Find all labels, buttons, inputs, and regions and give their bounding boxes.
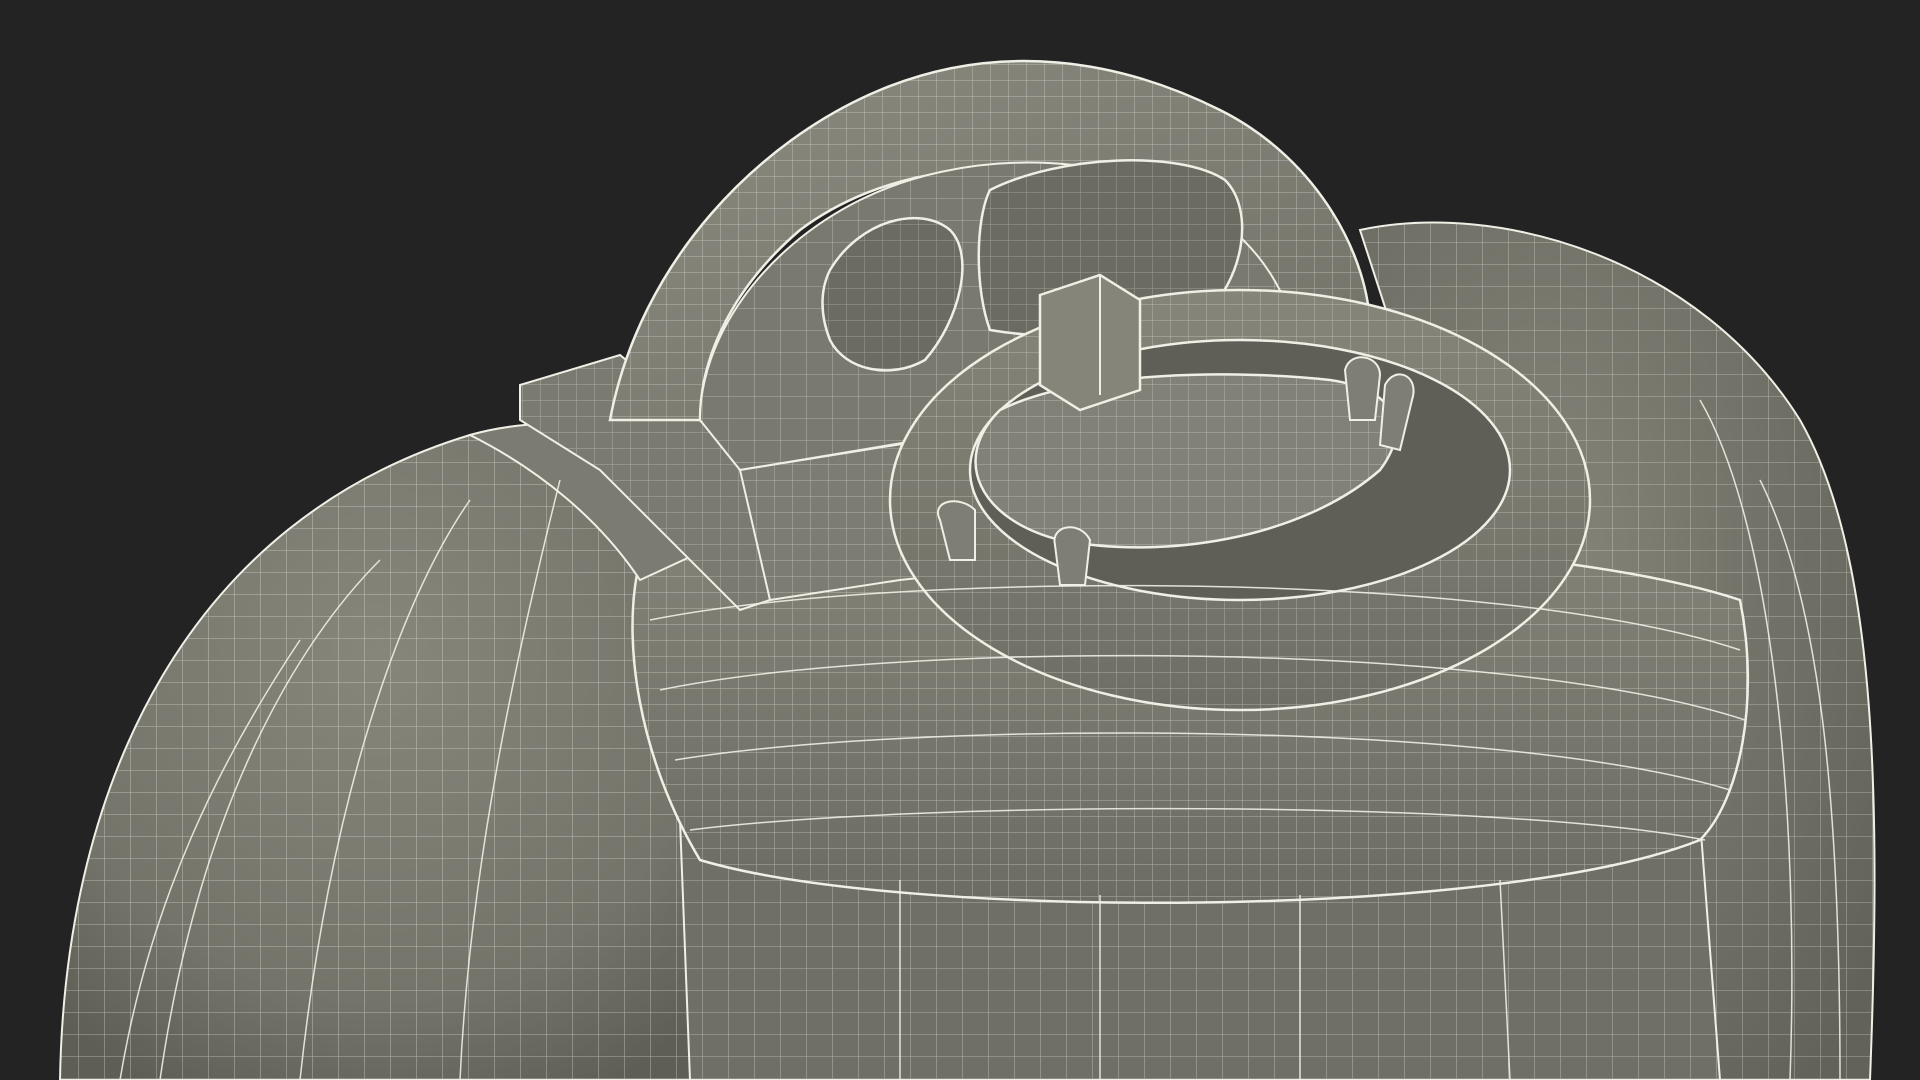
clip-right-a [1343,356,1382,421]
hinge-pin-right [1053,526,1092,586]
wireframe-model-render [58,59,1876,1080]
latch-tab [1038,273,1142,412]
render-viewport [0,0,1920,1080]
